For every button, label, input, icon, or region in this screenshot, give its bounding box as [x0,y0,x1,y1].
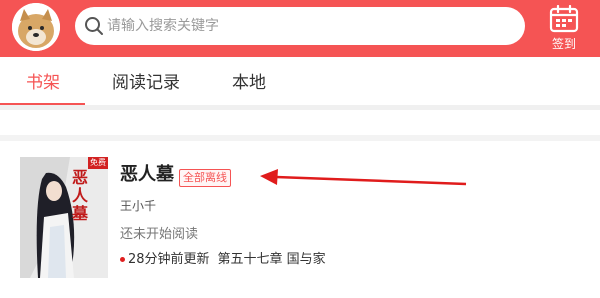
checkin-label: 签到 [551,37,576,51]
search-bar[interactable]: 请输入搜索关键字 [75,7,525,45]
dog-avatar-icon [12,3,60,51]
free-badge: 免费 [88,157,108,169]
update-dot-icon [120,257,125,262]
reading-status: 还未开始阅读 [120,227,199,242]
update-time: 28分钟前更新 [128,252,210,267]
search-placeholder: 请输入搜索关键字 [107,18,219,34]
book-cover[interactable]: 免费 恶人墓 [20,157,108,278]
book-author: 王小千 [120,199,157,213]
offline-badge: 全部离线 [179,169,231,187]
annotation-arrow-icon [260,169,467,186]
tab-bar: 书架 阅读记录 本地 [0,57,600,105]
tab-bookshelf[interactable]: 书架 [26,71,60,95]
avatar[interactable] [12,3,60,51]
search-icon [85,17,103,35]
top-bar: 请输入搜索关键字 签到 [0,0,600,57]
checkin-button[interactable]: 签到 [544,3,584,55]
update-info: 28分钟前更新 第五十七章 国与家 [120,251,326,269]
book-list-item[interactable]: 免费 恶人墓 恶人墓 全部离线 王小千 还未开始阅读 28分钟前更新 第五十七章 … [0,141,600,298]
divider [0,105,600,110]
tab-reading-history[interactable]: 阅读记录 [112,71,180,95]
tab-local[interactable]: 本地 [232,71,266,95]
book-title[interactable]: 恶人墓 [120,163,174,187]
cover-title: 恶人墓 [72,168,89,223]
latest-chapter[interactable]: 第五十七章 国与家 [218,252,326,267]
calendar-icon [549,5,579,33]
